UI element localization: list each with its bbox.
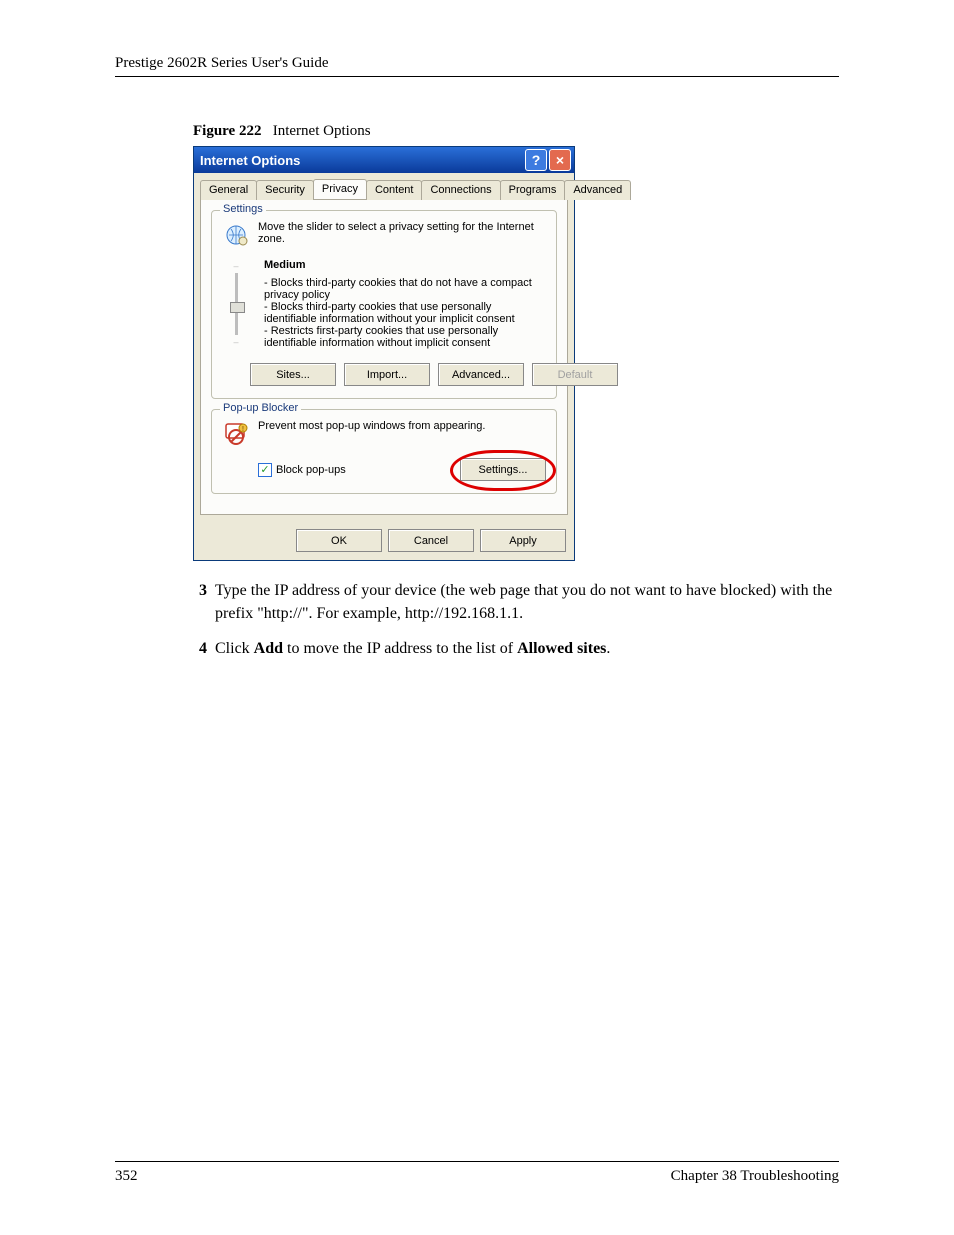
help-button[interactable]: ? <box>525 149 547 171</box>
privacy-level-description: Medium - Blocks third-party cookies that… <box>264 259 546 349</box>
step-text: Click Add to move the IP address to the … <box>215 637 610 660</box>
page-number: 352 <box>115 1168 138 1185</box>
privacy-panel: Settings Move the slider to select a pri… <box>200 199 568 515</box>
settings-group: Settings Move the slider to select a pri… <box>211 210 557 399</box>
advanced-button[interactable]: Advanced... <box>438 363 524 386</box>
tab-privacy[interactable]: Privacy <box>313 179 367 199</box>
tab-strip: General Security Privacy Content Connect… <box>194 173 574 199</box>
page-header: Prestige 2602R Series User's Guide <box>115 55 839 77</box>
tab-programs[interactable]: Programs <box>500 180 566 200</box>
figure-caption: Figure 222 Internet Options <box>193 123 839 140</box>
tab-advanced[interactable]: Advanced <box>564 180 631 200</box>
tab-general[interactable]: General <box>200 180 257 200</box>
step-3: 3 Type the IP address of your device (th… <box>193 579 839 625</box>
popup-instruction: Prevent most pop-up windows from appeari… <box>258 420 485 432</box>
step-number: 4 <box>193 637 207 660</box>
popup-legend: Pop-up Blocker <box>220 402 301 414</box>
step-4: 4 Click Add to move the IP address to th… <box>193 637 839 660</box>
chapter-label: Chapter 38 Troubleshooting <box>671 1168 839 1185</box>
settings-instruction: Move the slider to select a privacy sett… <box>258 221 546 245</box>
svg-text:!: ! <box>242 426 244 433</box>
tab-content[interactable]: Content <box>366 180 423 200</box>
settings-legend: Settings <box>220 203 266 215</box>
privacy-bullet: - Blocks third-party cookies that use pe… <box>264 301 546 325</box>
cancel-button[interactable]: Cancel <box>388 529 474 552</box>
dialog-footer: OK Cancel Apply <box>194 521 574 560</box>
titlebar[interactable]: Internet Options ? × <box>194 147 574 173</box>
tab-connections[interactable]: Connections <box>421 180 500 200</box>
block-popups-checkbox[interactable]: ✓ Block pop-ups <box>258 463 346 477</box>
figure-title: Internet Options <box>273 123 371 139</box>
privacy-bullet: - Restricts first-party cookies that use… <box>264 325 546 349</box>
default-button[interactable]: Default <box>532 363 618 386</box>
tab-security[interactable]: Security <box>256 180 314 200</box>
privacy-globe-icon <box>222 221 250 249</box>
checkmark-icon: ✓ <box>258 463 272 477</box>
sites-button[interactable]: Sites... <box>250 363 336 386</box>
apply-button[interactable]: Apply <box>480 529 566 552</box>
step-text: Type the IP address of your device (the … <box>215 579 839 625</box>
popup-blocker-icon: ! <box>222 420 250 448</box>
figure-label: Figure 222 <box>193 123 261 139</box>
block-popups-label: Block pop-ups <box>276 464 346 476</box>
step-number: 3 <box>193 579 207 625</box>
popup-blocker-group: Pop-up Blocker ! Prevent most pop-up <box>211 409 557 494</box>
privacy-level-name: Medium <box>264 259 546 271</box>
internet-options-dialog: Internet Options ? × General Security Pr… <box>193 146 575 561</box>
popup-settings-button[interactable]: Settings... <box>460 458 546 481</box>
import-button[interactable]: Import... <box>344 363 430 386</box>
page-footer: 352 Chapter 38 Troubleshooting <box>115 1161 839 1185</box>
close-button[interactable]: × <box>549 149 571 171</box>
ok-button[interactable]: OK <box>296 529 382 552</box>
dialog-title: Internet Options <box>200 153 523 168</box>
privacy-slider[interactable]: – – <box>222 259 250 349</box>
privacy-bullet: - Blocks third-party cookies that do not… <box>264 277 546 301</box>
